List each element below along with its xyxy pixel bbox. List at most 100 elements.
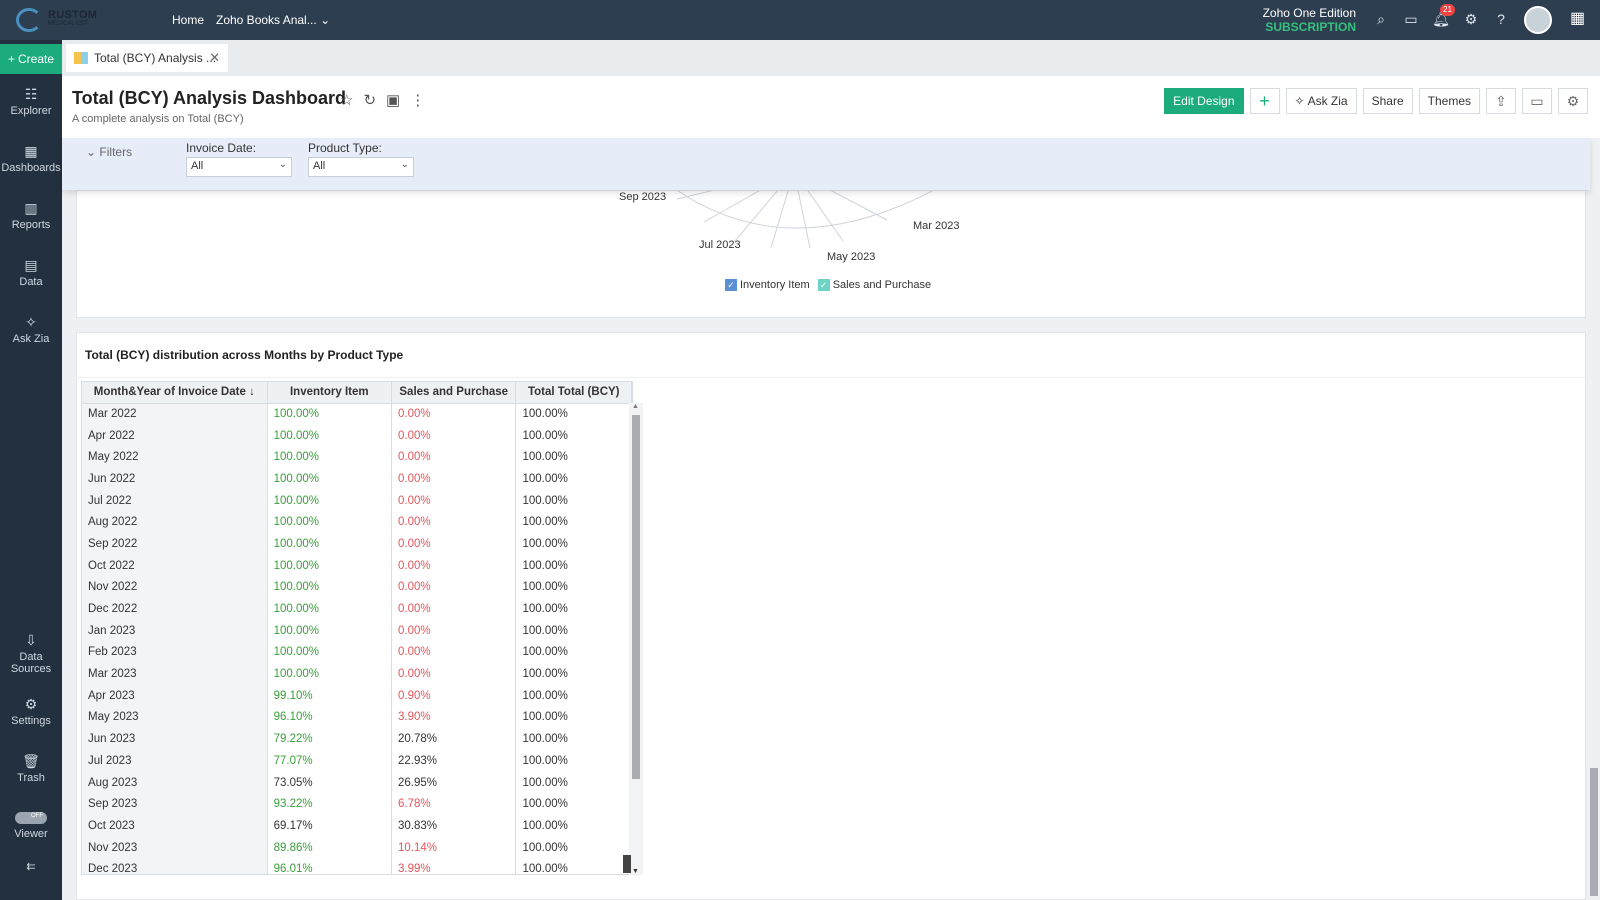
refresh-icon[interactable]: ↻ (363, 91, 376, 109)
table-cell: May 2023 (82, 706, 268, 729)
column-header[interactable]: Total Total (BCY) (515, 382, 632, 404)
workspace-label: Zoho Books Anal... (216, 13, 317, 27)
scroll-up-icon[interactable]: ▲ (632, 403, 639, 410)
table-row[interactable]: Aug 2022 100.00% 0.00% 100.00% (82, 511, 632, 534)
sidebar-item-trash[interactable]: 🗑︎ Trash (0, 753, 62, 784)
table-row[interactable]: Jul 2022 100.00% 0.00% 100.00% (82, 489, 632, 512)
table-row[interactable]: Mar 2022 100.00% 0.00% 100.00% (82, 403, 632, 425)
avatar[interactable] (1524, 6, 1552, 34)
invoice-date-select[interactable]: All ⌄ (186, 157, 292, 177)
comment-icon[interactable]: ▭ (1522, 88, 1552, 114)
search-icon[interactable]: ⌕ (1372, 10, 1390, 28)
table-row[interactable]: Dec 2022 100.00% 0.00% 100.00% (82, 598, 632, 620)
collapse-sidebar-icon[interactable]: ⇇ (0, 860, 62, 873)
save-icon[interactable]: ▣ (386, 91, 400, 109)
settings-icon[interactable]: ⚙ (1558, 88, 1588, 114)
edition-info[interactable]: Zoho One Edition SUBSCRIPTION (1263, 6, 1356, 34)
table-row[interactable]: Jun 2022 100.00% 0.00% 100.00% (82, 468, 632, 490)
legend-item-inventory[interactable]: ✓ Inventory Item (725, 279, 810, 291)
themes-button[interactable]: Themes (1418, 88, 1480, 114)
filters-toggle[interactable]: ⌄ Filters (86, 145, 132, 159)
sidebar-item-label: Settings (11, 715, 51, 727)
sidebar-item-askzia[interactable]: ✧ Ask Zia (0, 314, 62, 345)
table-row[interactable]: Oct 2022 100.00% 0.00% 100.00% (82, 554, 632, 577)
collapse-handle[interactable] (623, 855, 631, 873)
sidebar-item-datasources[interactable]: ⇩ Data Sources (0, 632, 62, 675)
column-header[interactable]: Month&Year of Invoice Date ↓ (82, 382, 268, 404)
table-scrollbar[interactable]: ▲ ▼ (629, 403, 643, 875)
table-cell: Feb 2023 (82, 641, 268, 664)
sidebar-item-settings[interactable]: ⚙ Settings (0, 696, 62, 727)
table-row[interactable]: Jul 2023 77.07% 22.93% 100.00% (82, 750, 632, 772)
table-row[interactable]: Sep 2022 100.00% 0.00% 100.00% (82, 533, 632, 555)
table-row[interactable]: Jan 2023 100.00% 0.00% 100.00% (82, 619, 632, 642)
table-row[interactable]: Apr 2023 99.10% 0.90% 100.00% (82, 684, 632, 707)
edit-design-button[interactable]: Edit Design (1164, 88, 1244, 114)
sidebar-item-explorer[interactable]: ☷ Explorer (0, 86, 62, 117)
legend-item-sales[interactable]: ✓ Sales and Purchase (817, 279, 932, 291)
create-button[interactable]: + Create (0, 44, 62, 74)
table-row[interactable]: May 2023 96.10% 3.90% 100.00% (82, 706, 632, 729)
add-button[interactable]: + (1249, 88, 1280, 114)
table-row[interactable]: Apr 2022 100.00% 0.00% 100.00% (82, 424, 632, 447)
table-row[interactable]: Nov 2023 89.86% 10.14% 100.00% (82, 836, 632, 859)
table-cell: 26.95% (391, 771, 517, 794)
share-button[interactable]: Share (1362, 88, 1413, 114)
viewer-toggle-item[interactable]: OFF Viewer (0, 812, 62, 840)
invoice-date-label: Invoice Date: (186, 141, 257, 155)
chat-icon[interactable]: ▭ (1402, 10, 1420, 28)
plus-icon: + (7, 52, 15, 66)
bell-icon[interactable]: 🔔︎ 21 (1432, 4, 1455, 28)
sidebar-item-dashboards[interactable]: ▦ Dashboards (0, 143, 62, 174)
subscription-link[interactable]: SUBSCRIPTION (1263, 20, 1356, 34)
help-icon[interactable]: ? (1492, 10, 1510, 28)
scroll-down-icon[interactable]: ▼ (632, 868, 639, 875)
import-icon: ⇩ (25, 632, 37, 648)
product-type-label: Product Type: (308, 141, 382, 155)
table-cell: Jun 2022 (82, 468, 268, 490)
gear-icon: ⚙ (24, 696, 38, 712)
sort-down-icon[interactable]: ↓ (249, 386, 255, 398)
tab-dashboard[interactable]: Total (BCY) Analysis ... ✕ (66, 44, 228, 72)
table-row[interactable]: Dec 2023 96.01% 3.99% 100.00% (82, 858, 632, 874)
table-cell: 0.00% (391, 619, 517, 642)
table-cell: 100.00% (267, 598, 393, 620)
filters-label: Filters (99, 145, 133, 159)
page-subtitle: A complete analysis on Total (BCY) (72, 113, 244, 125)
viewer-toggle-state: OFF (31, 813, 43, 819)
export-icon[interactable]: ⇪ (1486, 88, 1516, 114)
sidebar-item-data[interactable]: ▤ Data (0, 257, 62, 288)
nav-home[interactable]: Home (172, 13, 204, 27)
table-row[interactable]: Mar 2023 100.00% 0.00% 100.00% (82, 663, 632, 685)
zia-icon: ✧ (1294, 94, 1305, 108)
table-cell: 0.00% (391, 489, 517, 512)
workspace-dropdown[interactable]: Zoho Books Anal... ⌄ (216, 13, 330, 27)
panel-title: Total (BCY) distribution across Months b… (85, 348, 404, 362)
column-header[interactable]: Sales and Purchase (391, 382, 517, 404)
viewer-toggle[interactable]: OFF (15, 812, 47, 824)
table-row[interactable]: Aug 2023 73.05% 26.95% 100.00% (82, 771, 632, 794)
chart-spoke (807, 191, 844, 242)
page-scrollbar-thumb[interactable] (1590, 768, 1598, 896)
table-row[interactable]: Oct 2023 69.17% 30.83% 100.00% (82, 815, 632, 837)
table-row[interactable]: Sep 2023 93.22% 6.78% 100.00% (82, 793, 632, 816)
more-icon[interactable]: ⋮ (410, 91, 425, 109)
scrollbar-thumb[interactable] (632, 415, 640, 779)
table-row[interactable]: Nov 2022 100.00% 0.00% 100.00% (82, 576, 632, 599)
gear-icon[interactable]: ⚙ (1462, 10, 1480, 28)
table-row[interactable]: Feb 2023 100.00% 0.00% 100.00% (82, 641, 632, 664)
apps-grid-icon[interactable]: ▦ (1570, 11, 1586, 27)
table-header-row: Month&Year of Invoice Date ↓ Inventory I… (82, 382, 632, 404)
column-header[interactable]: Inventory Item (267, 382, 393, 404)
table-row[interactable]: May 2022 100.00% 0.00% 100.00% (82, 446, 632, 469)
page-scrollbar[interactable] (1588, 138, 1598, 898)
legend-label: Sales and Purchase (832, 279, 932, 291)
star-icon[interactable]: ☆ (340, 91, 353, 109)
pivot-table-panel: Total (BCY) distribution across Months b… (76, 332, 1586, 900)
sidebar-item-reports[interactable]: ▥ Reports (0, 200, 62, 231)
product-type-select[interactable]: All ⌄ (308, 157, 414, 177)
close-icon[interactable]: ✕ (209, 50, 220, 66)
ask-zia-button[interactable]: ✧ Ask Zia (1285, 88, 1357, 114)
table-row[interactable]: Jun 2023 79.22% 20.78% 100.00% (82, 728, 632, 750)
company-logo[interactable]: RUSTOM MEDICAL EST (16, 8, 97, 32)
